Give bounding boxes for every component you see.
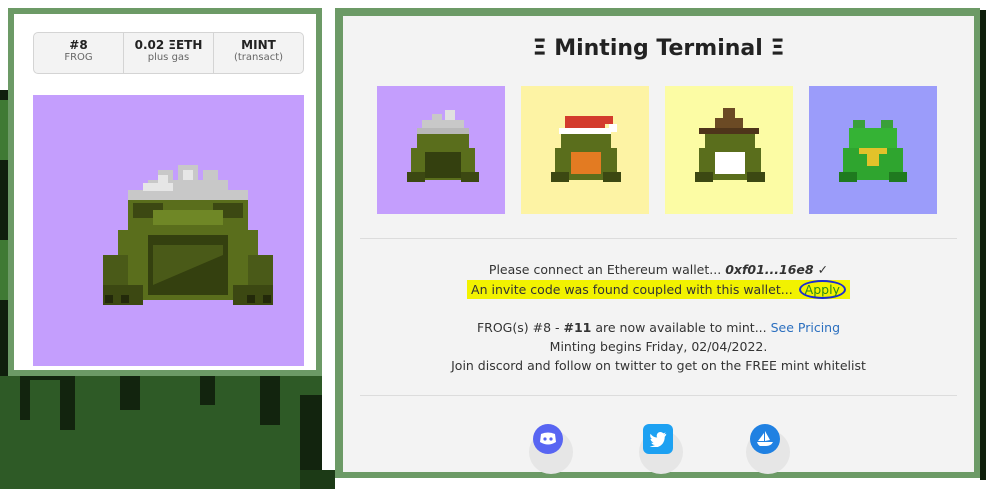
divider-top [360,238,957,239]
minting-begins-text: Minting begins Friday, 02/04/2022. [549,339,768,354]
minting-terminal-card: Ξ Minting Terminal Ξ Please connect an E… [335,8,980,478]
stat-frog-number-value: #8 [69,38,88,52]
apply-invite-link[interactable]: Apply [798,280,846,299]
frog-wizard-hat-thumbnail [695,108,765,182]
twitter-button[interactable] [643,424,673,454]
selected-frog-card-inner: #8 FROG 0.02 ΞETH plus gas MINT (transac… [14,14,316,370]
frog-tile-wizard-hat[interactable] [665,86,793,214]
invite-code-highlight: An invite code was found coupled with th… [467,280,850,299]
frog-tile-gold-chain[interactable] [809,86,937,214]
stat-mint[interactable]: MINT (transact) [214,33,303,73]
minting-terminal-panel: Ξ Minting Terminal Ξ Please connect an E… [343,16,974,474]
selected-frog-card: #8 FROG 0.02 ΞETH plus gas MINT (transac… [8,8,322,376]
wallet-address: 0xf01...16e8 [725,262,814,277]
stat-price-label: plus gas [147,52,190,63]
mint-button-sublabel[interactable]: (transact) [214,52,303,64]
stat-price-value: 0.02 ΞETH [134,38,203,52]
invite-code-text: An invite code was found coupled with th… [471,282,793,297]
availability-line: FROG(s) #8 - #11 are now available to mi… [343,320,974,335]
discord-icon [540,432,556,445]
mint-button-label[interactable]: MINT [214,38,303,52]
frog-preview-image [33,95,304,366]
frog-santa-hat-thumbnail [551,116,621,182]
frog-tile-santa-hat[interactable] [521,86,649,214]
stat-frog-number: #8 FROG [34,33,124,73]
mint-stats-bar: #8 FROG 0.02 ΞETH plus gas MINT (transac… [33,32,304,74]
terminal-title: Ξ Minting Terminal Ξ [532,36,785,61]
connected-check-icon: ✓ [817,262,829,277]
see-pricing-link[interactable]: See Pricing [771,320,840,335]
frog-grey-hat-thumbnail [407,110,479,182]
frog-gold-chain-thumbnail [839,120,907,182]
availability-prefix: FROG(s) #8 - [476,320,564,335]
stat-price: 0.02 ΞETH plus gas [124,33,214,73]
twitter-icon [649,432,667,447]
invite-code-line: An invite code was found coupled with th… [343,280,974,299]
wallet-status-line: Please connect an Ethereum wallet... 0xf… [343,262,974,277]
discord-button[interactable] [533,424,563,454]
availability-last-id: #11 [563,320,592,335]
frog-tile-grey-hat[interactable] [377,86,505,214]
opensea-button[interactable] [750,424,780,454]
whitelist-text: Join discord and follow on twitter to ge… [451,358,866,373]
availability-suffix: are now available to mint... [591,320,767,335]
stat-frog-number-label: FROG [64,52,93,63]
opensea-icon [757,431,773,446]
wallet-status-text: Please connect an Ethereum wallet... [488,262,722,277]
divider-bottom [360,395,957,396]
frog-with-grey-hat-image [103,165,273,305]
